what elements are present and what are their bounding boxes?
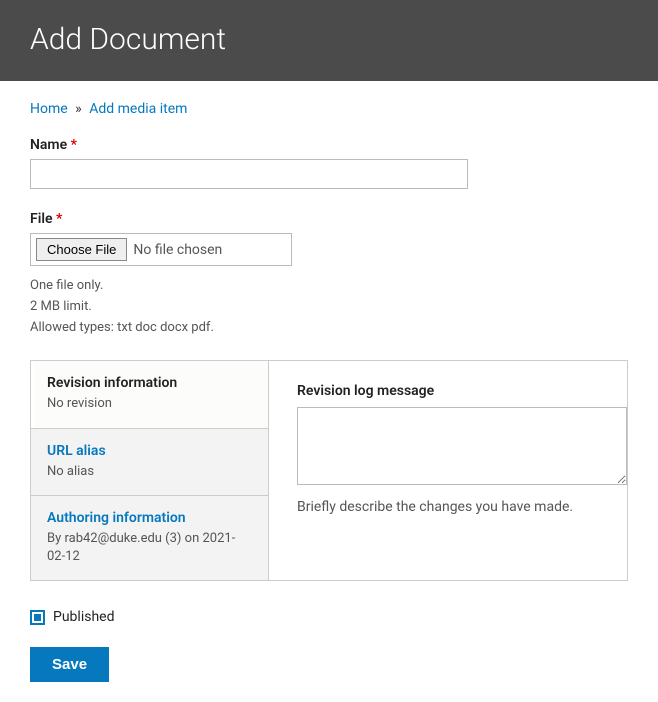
vtab-subtitle: No revision [47,395,252,413]
page-title: Add Document [30,22,628,57]
vtab-title: Authoring information [47,510,252,526]
vertical-tabs-list: Revision information No revision URL ali… [31,361,269,580]
file-label-text: File [30,211,53,227]
vtab-title: Revision information [47,375,252,391]
name-label-text: Name [30,137,67,153]
vtab-subtitle: No alias [47,463,252,481]
checkbox-checked-icon [34,614,41,621]
published-row: Published [30,609,628,625]
vertical-tabs-panel: Revision information No revision URL ali… [30,360,628,581]
published-checkbox[interactable] [30,610,45,625]
content: Home » Add media item Name * File * Choo… [0,81,658,702]
required-asterisk: * [56,211,62,227]
file-input-row: Choose File No file chosen [30,233,292,266]
name-label: Name * [30,137,77,153]
published-label: Published [53,609,114,625]
name-input[interactable] [30,159,468,189]
file-status: No file chosen [133,242,222,258]
revision-log-textarea[interactable] [297,407,627,485]
revision-log-label: Revision log message [297,383,627,399]
vtab-revision-information[interactable]: Revision information No revision [31,361,268,428]
revision-help-text: Briefly describe the changes you have ma… [297,499,627,515]
page-header: Add Document [0,0,658,81]
breadcrumb: Home » Add media item [30,101,628,117]
file-label: File * [30,211,62,227]
save-button[interactable]: Save [30,647,109,682]
required-asterisk: * [71,137,77,153]
breadcrumb-home[interactable]: Home [30,101,68,117]
vtab-title: URL alias [47,443,252,459]
field-file: File * Choose File No file chosen One fi… [30,211,628,338]
vtab-authoring-information[interactable]: Authoring information By rab42@duke.edu … [31,496,268,580]
file-help-line: One file only. [30,276,628,297]
breadcrumb-add-media[interactable]: Add media item [89,101,187,117]
choose-file-button[interactable]: Choose File [36,238,127,261]
vtab-url-alias[interactable]: URL alias No alias [31,429,268,496]
file-help: One file only. 2 MB limit. Allowed types… [30,276,628,338]
field-name: Name * [30,137,628,189]
vtab-subtitle: By rab42@duke.edu (3) on 2021-02-12 [47,530,252,566]
breadcrumb-separator: » [71,101,86,117]
vtab-content: Revision log message Briefly describe th… [269,361,627,580]
file-help-line: 2 MB limit. [30,297,628,318]
file-help-line: Allowed types: txt doc docx pdf. [30,318,628,339]
